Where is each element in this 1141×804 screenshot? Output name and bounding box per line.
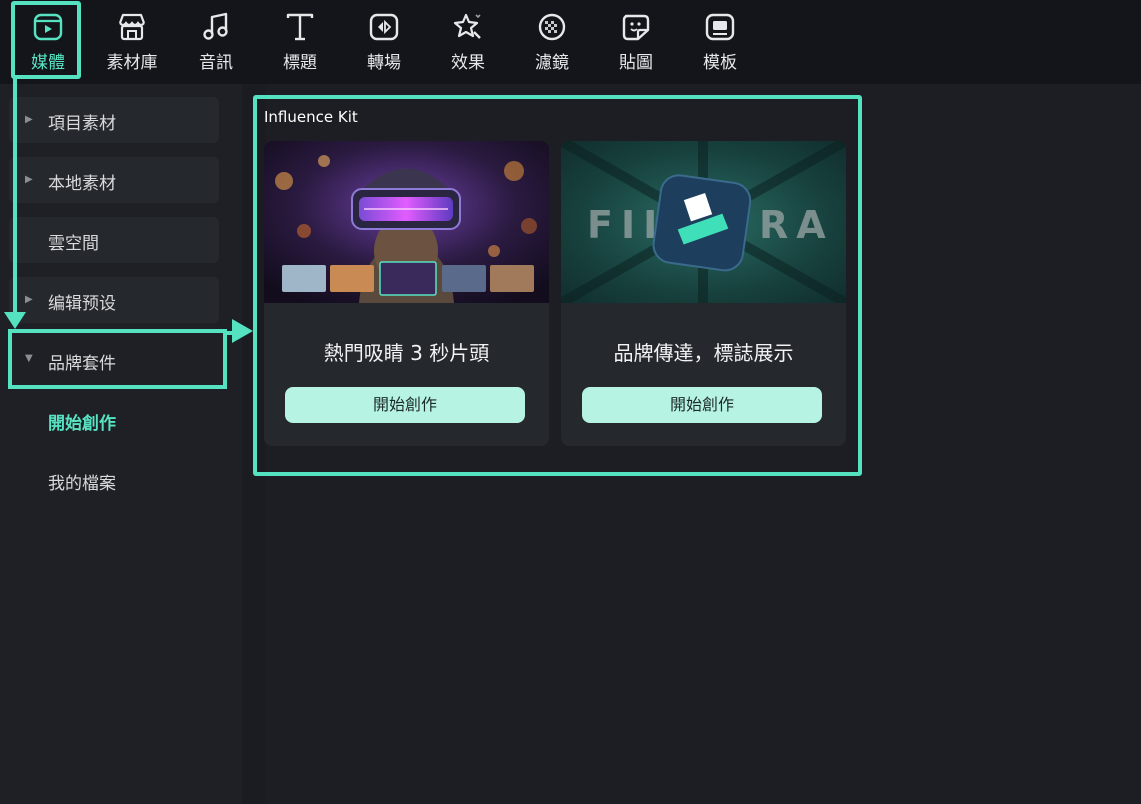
tab-templates-label: 模板 — [703, 53, 737, 73]
tab-stickers-label: 貼圖 — [619, 53, 653, 73]
filter-icon — [538, 13, 566, 41]
sidebar-item-label: 本地素材 — [48, 174, 116, 194]
tab-titles-label: 標題 — [283, 53, 317, 73]
tab-store-label: 素材庫 — [106, 53, 158, 73]
highlight-media-tab — [11, 1, 81, 79]
highlight-influence-kit — [253, 95, 862, 476]
tab-filters[interactable]: 濾鏡 — [517, 0, 587, 84]
highlight-brand-kit — [8, 329, 227, 389]
tab-effects-label: 效果 — [451, 53, 485, 73]
sidebar-subitem-my-files[interactable]: 我的檔案 — [48, 469, 116, 494]
sidebar-item-label: 項目素材 — [48, 114, 116, 134]
template-icon — [705, 13, 735, 41]
tab-audio[interactable]: 音訊 — [181, 0, 251, 84]
title-t-icon — [286, 13, 314, 41]
music-note-icon — [203, 12, 228, 40]
tab-audio-label: 音訊 — [199, 53, 233, 73]
tab-store[interactable]: 素材庫 — [97, 0, 167, 84]
top-toolbar: 媒體 素材庫 音訊 標題 轉場 效果 濾鏡 貼圖 模板 — [0, 0, 1141, 84]
tab-filters-label: 濾鏡 — [535, 53, 569, 73]
chevron-right-icon: ▶ — [25, 174, 33, 185]
tab-transitions-label: 轉場 — [367, 53, 401, 73]
sidebar-item-edit-presets[interactable]: ▶ 编辑预设 — [9, 277, 219, 323]
chevron-right-icon: ▶ — [25, 294, 33, 305]
effects-icon — [453, 13, 481, 39]
sidebar-item-label: 雲空間 — [48, 234, 99, 254]
sticker-icon — [622, 14, 650, 41]
chevron-right-icon: ▶ — [25, 114, 33, 125]
tab-templates[interactable]: 模板 — [685, 0, 755, 84]
tab-stickers[interactable]: 貼圖 — [601, 0, 671, 84]
tab-titles[interactable]: 標題 — [265, 0, 335, 84]
sidebar-item-label: 编辑预设 — [48, 294, 116, 314]
tab-transitions[interactable]: 轉場 — [349, 0, 419, 84]
sidebar-item-local-media[interactable]: ▶ 本地素材 — [9, 157, 219, 203]
sidebar-item-project-media[interactable]: ▶ 項目素材 — [9, 97, 219, 143]
tab-effects[interactable]: 效果 — [433, 0, 503, 84]
sidebar-subitem-start-creating[interactable]: 開始創作 — [48, 409, 116, 434]
store-icon — [118, 13, 146, 41]
transition-icon — [369, 13, 399, 41]
sidebar-item-cloud[interactable]: 雲空間 — [9, 217, 219, 263]
